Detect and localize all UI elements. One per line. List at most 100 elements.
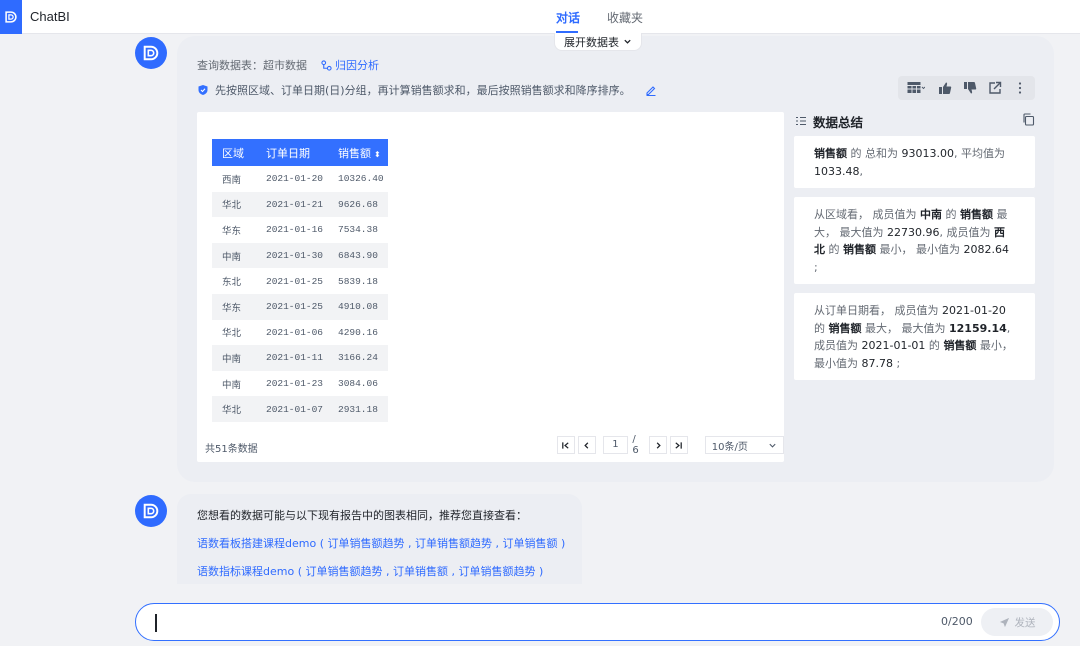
summary-text: , 平均值为 [954,147,1005,160]
average-value: 1033.48 [814,164,860,178]
send-label: 发送 [1014,616,1036,629]
summary-card-region: 从区域看， 成员值为 中南 的 销售额 最大， 最大值为 22730.96, 成… [794,197,1035,284]
more-options-button[interactable] [1010,78,1031,98]
cell-region: 东北 [212,268,256,294]
tab-favorites[interactable]: 收藏夹 [607,9,643,26]
cell-region: 华东 [212,293,256,320]
table-row: 华东 2021-01-16 7534.38 [212,217,388,243]
share-button[interactable] [985,78,1006,98]
thumbs-up-button[interactable] [935,78,956,98]
cell-sales: 4290.16 [328,319,388,346]
cell-order-date: 2021-01-07 [256,396,328,422]
sort-icon[interactable]: ⬍ [374,150,381,159]
logo-icon [5,11,17,23]
query-table-name: 超市数据 [263,59,307,72]
summary-header: 数据总结 [795,112,1035,130]
text-caret [155,614,157,632]
app-title: ChatBI [30,9,70,24]
page-total: / 6 [632,434,639,456]
cell-order-date: 2021-01-25 [256,268,328,294]
answer-bubble: 查询数据表： 超市数据 归因分析 先按照区域、订单日期(日)分组，再计算销售额求… [177,36,1054,482]
cell-sales: 4910.08 [328,293,388,320]
max-member: 2021-01-20 [942,304,1006,317]
cell-sales: 9626.68 [328,191,388,218]
table-row: 华东 2021-01-25 4910.08 [212,293,388,320]
tab-chat[interactable]: 对话 [556,9,580,26]
summary-text: 的 [942,208,960,221]
cell-sales: 3084.06 [328,370,388,397]
cell-region: 华北 [212,319,256,346]
chat-input-box[interactable]: 0/200 发送 [135,603,1060,641]
summary-text: 的 [814,321,829,335]
cell-sales: 5839.18 [328,268,388,294]
summary-text: 最小， 最小值为 [876,243,964,256]
summary-text: 从订单日期看， 成员值为 [814,304,942,317]
edit-icon[interactable] [645,84,657,96]
total-value: 93013.00 [901,147,955,160]
attribution-analysis-link[interactable]: 归因分析 [321,57,379,73]
table-row: 华北 2021-01-21 9626.68 [212,191,388,218]
last-page-button[interactable] [669,436,688,454]
page-number-input[interactable]: 1 [602,436,629,454]
column-header-sales[interactable]: 销售额 ⬍ [328,139,388,166]
cell-order-date: 2021-01-06 [256,319,328,346]
max-member: 中南 [920,208,942,221]
summary-text: 的 [925,339,944,352]
copy-icon[interactable] [1022,113,1035,126]
chevron-left-icon [584,441,589,449]
min-value: 87.78 [861,356,894,370]
min-value: 2082.64 [963,243,1010,256]
metric-name: 销售额 [828,321,862,335]
attribution-icon [321,59,332,71]
recommendation-item: 语数看板搭建课程demo ( 订单销售额趋势 , 订单销售额趋势 , 订单销售额… [197,535,582,563]
chevron-down-icon [624,39,631,44]
result-table: 区域 订单日期 销售额 ⬍ 西南 2021-01-20 10326.40 华北 2021-… [212,139,388,422]
cell-order-date: 2021-01-21 [256,191,328,218]
report-link[interactable]: 语数看板搭建课程demo [197,537,316,550]
cell-region: 华北 [212,191,256,218]
send-button[interactable]: 发送 [981,608,1053,636]
chevron-right-icon [656,441,661,449]
recommendation-intro: 您想看的数据可能与以下现有报告中的图表相同，推荐您直接查看： [197,509,527,522]
chart-links[interactable]: ( 订单销售额趋势 , 订单销售额趋势 , 订单销售额 ) [320,537,566,550]
query-prefix: 查询数据表： [197,59,263,72]
page-size-value: 10条/页 [711,441,748,453]
answer-toolbar [898,76,1035,100]
column-header-order-date[interactable]: 订单日期 [256,139,328,166]
expand-label: 展开数据表 [564,35,619,49]
app-logo [0,0,22,34]
report-link[interactable]: 语数指标课程demo [197,565,294,578]
table-row: 中南 2021-01-23 3084.06 [212,370,388,397]
summary-text: 的 总和为 [847,147,902,160]
thumbs-up-icon [939,82,952,94]
summary-text: ; [893,356,901,370]
summary-text: , [859,164,864,178]
prev-page-button[interactable] [577,436,596,454]
bot-logo-icon [143,503,159,519]
sales-header-label: 销售额 [338,146,371,160]
summary-text: 从区域看， 成员值为 [814,208,920,221]
cell-region: 中南 [212,242,256,269]
summary-text: 的 [825,243,843,256]
chart-links[interactable]: ( 订单销售额趋势 , 订单销售额 , 订单销售额趋势 ) [298,565,544,578]
bot-avatar [135,495,167,527]
thumbs-down-button[interactable] [960,78,981,98]
summary-card-order-date: 从订单日期看， 成员值为 2021-01-20 的 销售额 最大， 最大值为 1… [794,293,1035,380]
expand-data-table-button[interactable]: 展开数据表 [554,33,642,51]
page-size-select[interactable]: 10条/页 [704,436,784,454]
next-page-button[interactable] [649,436,667,454]
bot-avatar [135,37,167,69]
share-icon [989,81,1002,94]
table-view-button[interactable] [902,78,931,98]
cell-region: 中南 [212,370,256,397]
thumbs-down-icon [964,82,977,94]
list-icon [796,116,806,126]
metric-name: 销售额 [843,243,876,256]
first-page-button[interactable] [557,436,575,454]
table-row: 华北 2021-01-06 4290.16 [212,319,388,346]
total-count: 共51条数据 [205,444,258,455]
last-page-icon [675,441,683,449]
column-header-region[interactable]: 区域 [212,139,256,166]
cell-order-date: 2021-01-23 [256,370,328,397]
first-page-icon [562,441,570,449]
